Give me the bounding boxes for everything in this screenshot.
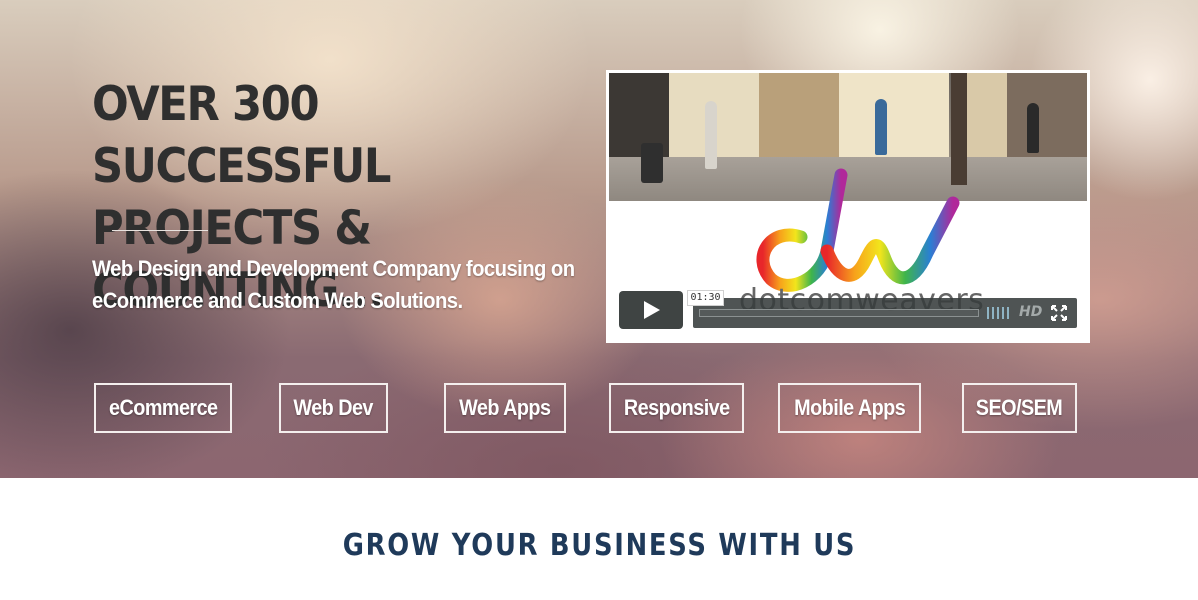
progress-bar[interactable]: [699, 309, 979, 317]
storefront: [839, 73, 949, 157]
fullscreen-icon[interactable]: [1051, 305, 1067, 321]
pedestrian: [705, 101, 717, 169]
service-responsive-button[interactable]: Responsive: [609, 383, 744, 433]
storefront: [1007, 73, 1087, 157]
video-time: 01:30: [687, 290, 724, 306]
hero-divider: [112, 230, 208, 231]
storefront: [967, 73, 1007, 157]
trash-bin: [641, 143, 663, 183]
pedestrian: [875, 99, 887, 155]
hero-subheadline: Web Design and Development Company focus…: [92, 256, 575, 313]
service-ecommerce-button[interactable]: eCommerce: [94, 383, 232, 433]
pedestrian: [1027, 103, 1039, 153]
service-seo-sem-button[interactable]: SEO/SEM: [962, 383, 1077, 433]
video-player[interactable]: dotcomweavers HD 01:30: [606, 70, 1090, 343]
service-web-apps-button[interactable]: Web Apps: [444, 383, 566, 433]
service-buttons: eCommerce Web Dev Web Apps Responsive Mo…: [0, 383, 1198, 433]
section-title: GROW YOUR BUSINESS WITH US: [342, 528, 856, 563]
volume-icon[interactable]: [987, 307, 1011, 319]
play-icon: [644, 301, 660, 319]
service-web-dev-button[interactable]: Web Dev: [279, 383, 388, 433]
hd-toggle[interactable]: HD: [1019, 304, 1042, 320]
storefront: [759, 73, 839, 157]
video-control-bar: HD: [693, 298, 1077, 328]
dotcomweavers-logo-icon: [756, 168, 960, 292]
service-mobile-apps-button[interactable]: Mobile Apps: [778, 383, 921, 433]
hero-banner: OVER 300 SUCCESSFUL PROJECTS & COUNTING.…: [0, 0, 1198, 478]
play-button[interactable]: [619, 291, 683, 329]
